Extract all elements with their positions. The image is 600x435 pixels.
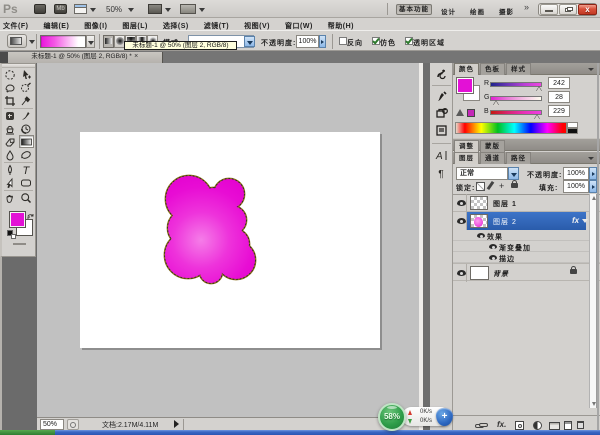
svg-text:¶: ¶ [438, 169, 444, 180]
svg-text:T: T [23, 165, 31, 176]
svg-text:A: A [435, 151, 443, 162]
